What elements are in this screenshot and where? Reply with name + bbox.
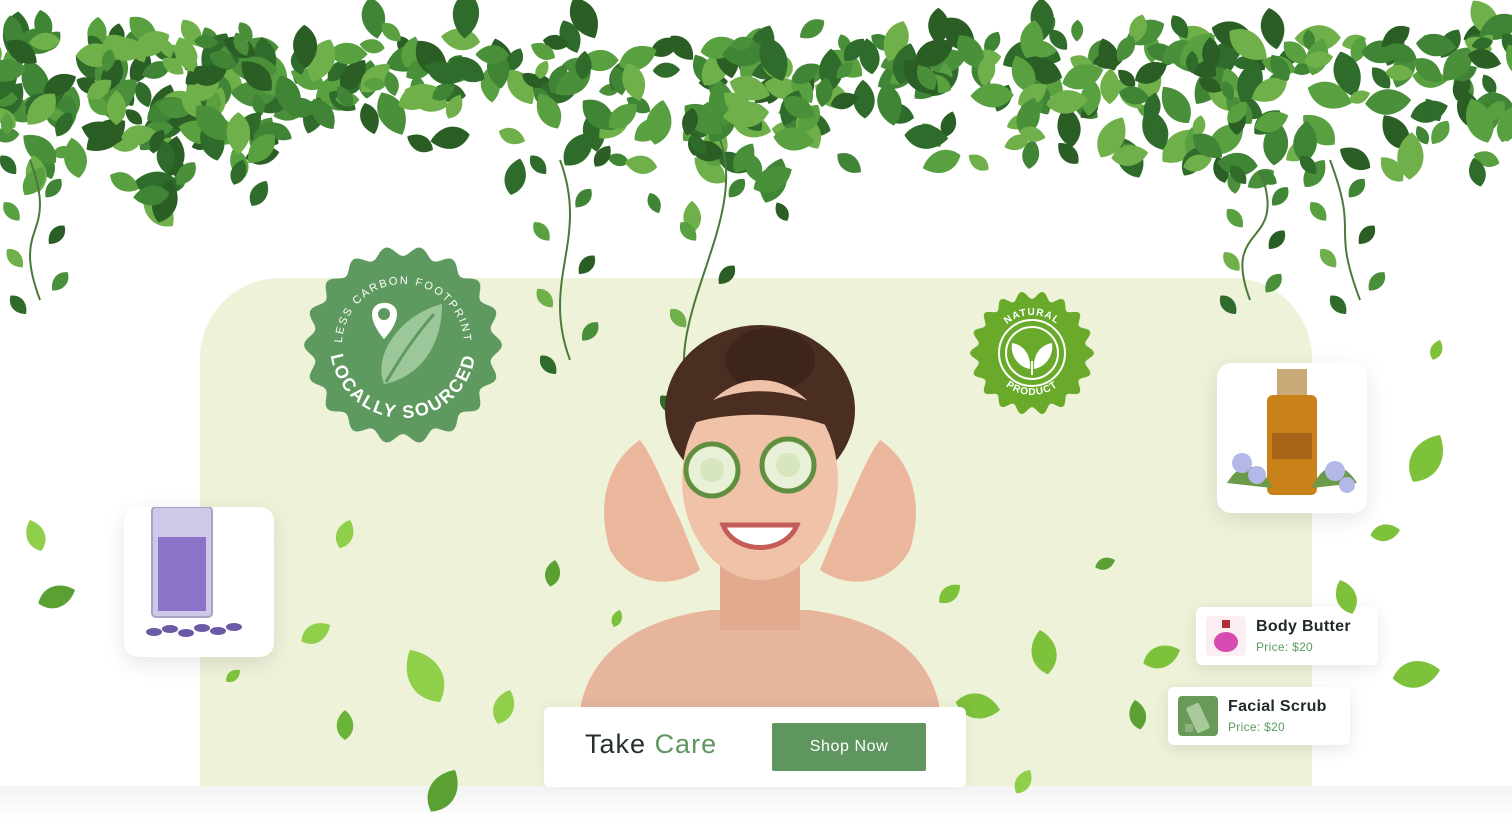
cta-bar: Take Care Shop Now (544, 707, 966, 787)
cta-title: Take Care (585, 729, 717, 760)
hero-section: LESS CARBON FOOTPRINT LOCALLY SOURCED NA… (0, 0, 1512, 820)
cta-title-part1: Take (585, 729, 647, 759)
floating-leaves (26, 340, 1443, 812)
cta-title-part2: Care (654, 729, 718, 759)
shop-now-button[interactable]: Shop Now (772, 723, 926, 771)
